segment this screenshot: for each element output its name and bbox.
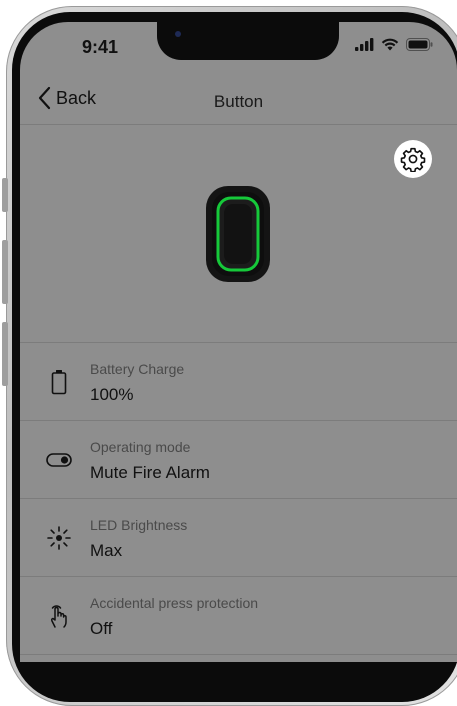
phone-mute-switch xyxy=(2,178,8,212)
signal-icon xyxy=(355,38,374,51)
list-item-battery-charge: Battery Charge 100% xyxy=(20,343,457,421)
status-icons xyxy=(355,38,433,51)
navigation-bar: Back Button xyxy=(20,80,457,125)
app-screen: 9:41 Back Button Battery Charge 100% Ope… xyxy=(20,22,457,662)
list-item-led-brightness: LED Brightness Max xyxy=(20,499,457,577)
list-item-label: Accidental press protection xyxy=(90,595,259,611)
list-item-value: 100% xyxy=(90,385,134,404)
button-device-image xyxy=(206,186,270,282)
wifi-icon xyxy=(381,38,399,51)
list-item-value: Mute Fire Alarm xyxy=(90,463,210,482)
status-time: 9:41 xyxy=(82,37,119,57)
brightness-icon xyxy=(46,525,72,551)
notch xyxy=(157,22,339,60)
list-item-label: Battery Charge xyxy=(90,361,185,377)
settings-list: Battery Charge 100% Operating mode Mute … xyxy=(20,343,457,655)
list-item-operating-mode: Operating mode Mute Fire Alarm xyxy=(20,421,457,499)
battery-icon xyxy=(46,369,72,395)
toggle-icon xyxy=(46,447,72,473)
front-camera xyxy=(175,31,181,37)
list-item-label: LED Brightness xyxy=(90,517,188,533)
phone-volume-up-button xyxy=(2,240,8,304)
page-title: Button xyxy=(213,92,264,111)
list-item-value: Max xyxy=(90,541,123,560)
list-item-value: Off xyxy=(90,619,113,638)
list-item-label: Operating mode xyxy=(90,439,191,455)
gear-icon xyxy=(400,147,426,172)
press-hand-icon xyxy=(46,603,72,629)
battery-status-icon xyxy=(406,38,433,51)
list-item-accidental-press-protection: Accidental press protection Off xyxy=(20,577,457,655)
settings-button[interactable] xyxy=(394,140,432,178)
phone-volume-down-button xyxy=(2,322,8,386)
